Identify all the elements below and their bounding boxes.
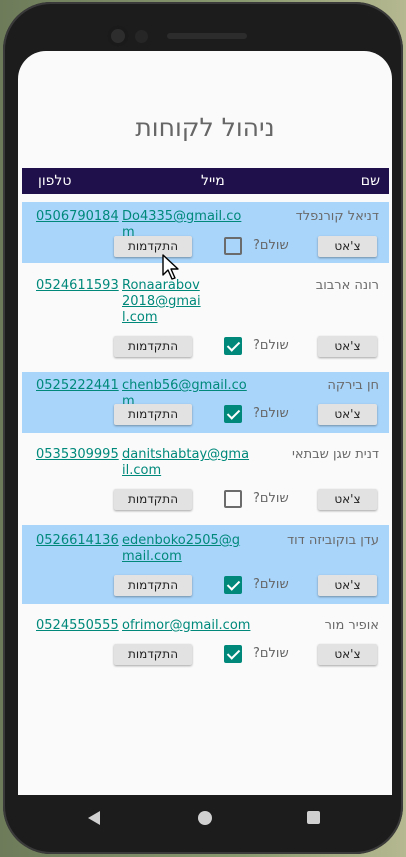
chat-button[interactable]: צ'אט [318,404,377,425]
customer-phone-link[interactable]: 0525222441 [36,378,119,393]
chat-button[interactable]: צ'אט [318,644,377,665]
customer-phone-link[interactable]: 0524611593 [36,278,119,293]
chat-button[interactable]: צ'אט [318,575,377,596]
customer-row: עדן בוקוביזה דוד edenboko2505@gmail.com … [22,525,389,604]
customer-phone-link[interactable]: 0535309995 [36,447,119,462]
chat-button[interactable]: צ'אט [318,489,377,510]
customer-name: דניאל קורנפלד [295,209,379,224]
paid-label: שולם? [253,338,289,353]
header-email: מייל [201,173,225,189]
customer-email-link[interactable]: danitshabtay@gmail.com [122,447,252,479]
progress-button[interactable]: התקדמות [114,489,192,510]
front-camera [107,25,129,47]
paid-label: שולם? [253,491,289,506]
paid-label: שולם? [253,238,289,253]
chat-button[interactable]: צ'אט [318,236,377,257]
system-navigation-bar [18,795,392,843]
paid-checkbox[interactable] [224,490,242,508]
paid-label: שולם? [253,646,289,661]
header-phone: טלפון [38,173,72,189]
recents-icon[interactable] [307,811,320,824]
earpiece-speaker [167,33,247,39]
page-title: ניהול לקוחות [135,113,275,142]
customer-row: דנית שגן שבתאי danitshabtay@gmail.com 05… [22,440,389,515]
progress-button[interactable]: התקדמות [114,575,192,596]
back-icon[interactable] [88,811,100,825]
customer-email-link[interactable]: edenboko2505@gmail.com [122,533,252,565]
paid-label: שולם? [253,577,289,592]
paid-checkbox[interactable] [224,645,242,663]
customer-name: עדן בוקוביזה דוד [286,533,379,548]
customer-row: חן בירקה chenb56@gmail.com 0525222441 צ'… [22,372,389,433]
paid-checkbox[interactable] [224,337,242,355]
progress-button[interactable]: התקדמות [114,404,192,425]
chat-button[interactable]: צ'אט [318,336,377,357]
sensor [135,30,148,43]
customer-name: דנית שגן שבתאי [292,447,379,462]
customer-email-link[interactable]: ofrimor@gmail.com [122,618,252,634]
customer-name: רונה ארבוב [315,278,379,293]
customer-row: רונה ארבוב Ronaarabov2018@gmail.com 0524… [22,271,389,363]
paid-checkbox[interactable] [224,405,242,423]
paid-checkbox[interactable] [224,576,242,594]
mouse-pointer-icon [162,254,179,280]
paid-checkbox[interactable] [224,237,242,255]
progress-button[interactable]: התקדמות [114,336,192,357]
customer-name: חן בירקה [327,378,379,393]
customer-phone-link[interactable]: 0506790184 [36,209,119,224]
header-name: שם [360,173,380,189]
table-header: שם מייל טלפון [22,168,389,194]
customer-email-link[interactable]: Ronaarabov2018@gmail.com [122,278,206,326]
customer-phone-link[interactable]: 0526614136 [36,533,119,548]
home-icon[interactable] [198,811,212,825]
paid-label: שולם? [253,406,289,421]
customer-row: דניאל קורנפלד Do4335@gmail.com 050679018… [22,202,389,263]
customer-phone-link[interactable]: 0524550555 [36,618,119,633]
app-screen: ניהול לקוחות שם מייל טלפון דניאל קורנפלד… [18,51,392,795]
progress-button[interactable]: התקדמות [114,644,192,665]
customer-row: אופיר מור ofrimor@gmail.com 0524550555 צ… [22,610,389,674]
customer-name: אופיר מור [324,618,379,633]
